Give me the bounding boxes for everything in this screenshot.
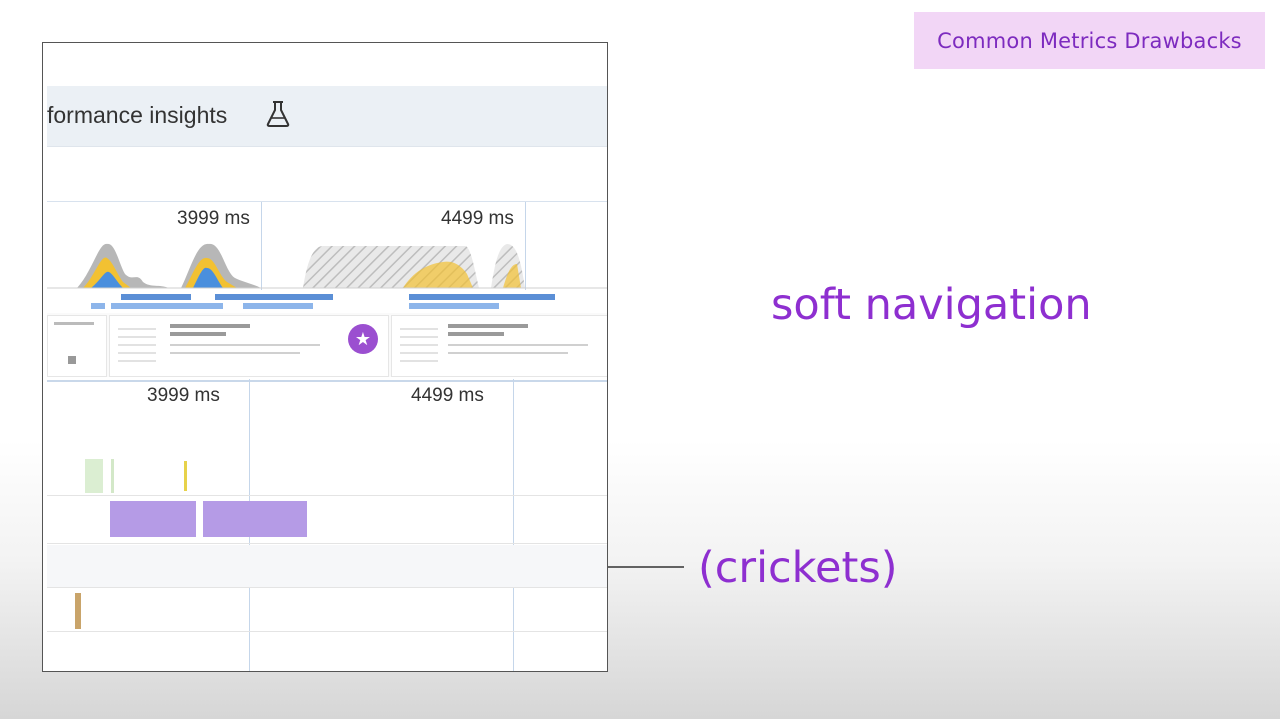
- empty-interactions-track: [47, 545, 607, 587]
- filmstrip-frame: [391, 315, 607, 377]
- timeline-time-label: 3999 ms: [147, 385, 220, 406]
- devtools-screenshot: formance insights 3999 ms 4499 ms ★ 3999…: [42, 42, 608, 672]
- screenshot-filmstrip: ★: [47, 313, 607, 377]
- filmstrip-frame: [47, 315, 107, 377]
- timing-marker: [184, 461, 187, 491]
- timeline-time-label: 4499 ms: [411, 385, 484, 406]
- main-thread-task: [203, 501, 307, 537]
- flask-icon: [266, 101, 290, 127]
- layout-shift-marker: [85, 459, 103, 493]
- main-thread-task: [110, 501, 196, 537]
- timeline-gridline: [513, 379, 514, 671]
- slide-heading: soft navigation: [771, 280, 1092, 330]
- performance-insights-header: formance insights: [47, 86, 607, 147]
- filmstrip-frame: ★: [109, 315, 389, 377]
- long-task-marker: [75, 593, 81, 629]
- layout-shift-marker: [111, 459, 114, 493]
- panel-title: formance insights: [47, 102, 228, 128]
- slide-badge: Common Metrics Drawbacks: [914, 12, 1265, 69]
- cpu-activity-chart: [47, 243, 607, 309]
- star-badge-icon: ★: [348, 324, 378, 354]
- callout-label: (crickets): [698, 543, 898, 593]
- timeline-tracks: 3999 ms 4499 ms: [47, 379, 607, 671]
